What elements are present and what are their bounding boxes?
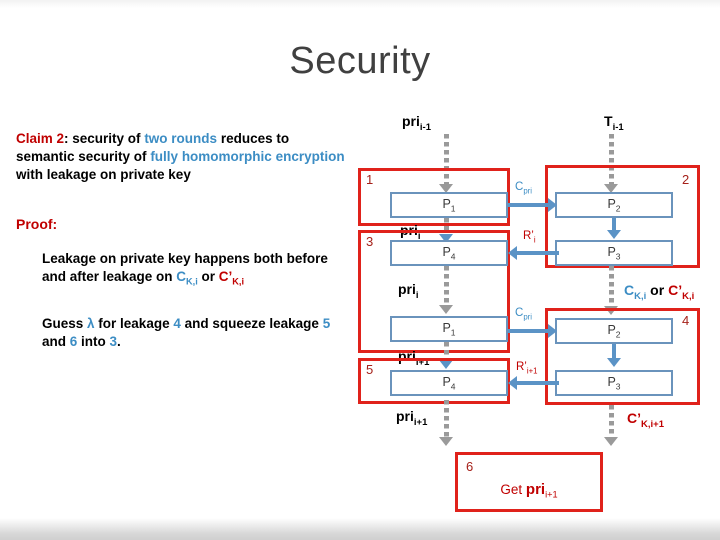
guess-num-5: 5 [322, 316, 331, 331]
party-p1-top-sub: 1 [450, 203, 456, 214]
party-p2-top-sub: 2 [615, 203, 621, 214]
input-label-t-prev-sub: i-1 [612, 121, 624, 133]
edge-label-cpri-mid-sub: pri [523, 312, 532, 322]
edge-label-r-i: R’i [523, 230, 536, 245]
guess-part2: for leakage [94, 316, 174, 331]
stage-box-6: 6 Get prii+1 [455, 452, 603, 512]
party-box-p4-bottom: P4 [390, 370, 508, 396]
stage-number-3: 3 [366, 234, 374, 249]
edge-label-ck-mid: or [646, 282, 669, 298]
party-p3-top-sub: 3 [615, 251, 621, 262]
dotted-connector-ck-next [609, 405, 614, 440]
edge-label-ck-blue-sub: K,i [634, 290, 647, 302]
party-box-p3-bottom: P3 [555, 370, 673, 396]
claim-part3: with leakage on private key [16, 167, 191, 182]
dotted-arrowhead-pri-i-b [439, 305, 453, 314]
guess-num-4: 4 [173, 316, 181, 331]
edge-label-pri-i1-b: prii+1 [396, 408, 428, 428]
guess-part3: and squeeze leakage [180, 316, 323, 331]
claim-statement: Claim 2: security of two rounds reduces … [16, 130, 346, 184]
arrowhead-p1-to-p2-bottom [548, 324, 557, 338]
page-title: Security [289, 40, 431, 82]
party-p1-mid-sub: 1 [450, 327, 456, 338]
bottom-edge-strip [0, 518, 720, 540]
input-label-t-prev: Ti-1 [604, 113, 624, 133]
party-p4-bottom-sub: 4 [450, 381, 456, 392]
claim-highlight-two-rounds: two rounds [144, 131, 218, 146]
top-edge-strip [0, 0, 720, 8]
leakage-symbol-ckprime-sub: K,i [232, 276, 245, 287]
dotted-connector-pri-i1-b [444, 400, 449, 440]
final-output-label: Get prii+1 [458, 481, 600, 500]
guess-lambda: λ [87, 316, 95, 331]
party-box-p1-top: P1 [390, 192, 508, 218]
edge-label-ck-next-sub: K,i+1 [641, 418, 665, 430]
arrow-p1-to-p2-top [508, 203, 553, 207]
arrowhead-p2-to-p3-top [607, 230, 621, 239]
leakage-symbol-ckprime: C’K,i [218, 269, 245, 287]
party-box-p4-mid: P4 [390, 240, 508, 266]
leakage-symbol-ck: CK,i [176, 269, 198, 287]
guess-part4: and [42, 334, 70, 349]
party-box-p2-bottom: P2 [555, 318, 673, 344]
proof-label: Proof: [16, 216, 58, 232]
arrow-p3-to-p4-top [517, 251, 559, 255]
edge-label-r-i1: R’i+1 [516, 361, 538, 376]
party-p3-bottom-sub: 3 [615, 381, 621, 392]
edge-label-cpri-mid: Cpri [515, 307, 532, 322]
arrowhead-p3-to-p4-bottom [508, 376, 517, 390]
edge-label-pri-i-b-sub: i [415, 289, 419, 301]
edge-label-ck-blue: CK,i [624, 282, 647, 302]
edge-label-cpri-top: Cpri [515, 181, 532, 196]
edge-label-ck-red-sub: K,i [682, 290, 695, 302]
guess-part6: . [117, 334, 121, 349]
stage-number-6: 6 [466, 459, 474, 474]
party-p2-bottom-sub: 2 [615, 329, 621, 340]
edge-label-ck-next: C’K,i+1 [627, 410, 665, 430]
input-label-pri-prev: prii-1 [402, 113, 431, 133]
input-label-pri-prev-sub: i-1 [419, 121, 431, 133]
leakage-statement: Leakage on private key happens both befo… [42, 250, 352, 291]
edge-label-ck-or: CK,i or C’K,i [624, 282, 694, 302]
claim-part1: security of [68, 131, 145, 146]
edge-label-ck-red: C’K,i [668, 282, 695, 302]
party-box-p1-mid: P1 [390, 316, 508, 342]
claim-highlight-fhe: fully homomorphic encryption [150, 149, 345, 164]
leakage-symbol-ck-sub: K,i [186, 276, 198, 287]
leakage-middle: or [197, 269, 219, 284]
guess-num-3: 3 [109, 334, 118, 349]
final-output-base: pri [525, 481, 546, 498]
guess-part1: Guess [42, 316, 88, 331]
guess-part5: into [77, 334, 110, 349]
arrow-p1-to-p2-bottom [508, 329, 553, 333]
edge-label-pri-i1-b-sub: i+1 [413, 416, 428, 428]
party-p4-mid-sub: 4 [450, 251, 456, 262]
edge-label-r-i-sub: i [533, 235, 536, 245]
stage-number-4: 4 [682, 313, 690, 328]
final-output-prefix: Get [500, 482, 526, 497]
dotted-connector-pri-i-b [444, 266, 449, 308]
arrowhead-p1-to-p2-top [548, 198, 557, 212]
stage-number-5: 5 [366, 362, 374, 377]
dotted-arrowhead-ck-next [604, 437, 618, 446]
party-box-p2-top: P2 [555, 192, 673, 218]
arrow-p3-to-p4-bottom [517, 381, 559, 385]
party-box-p3-top: P3 [555, 240, 673, 266]
final-output-sub: i+1 [545, 489, 558, 500]
dotted-arrowhead-pri-i1-b [439, 437, 453, 446]
stage-number-1: 1 [366, 172, 374, 187]
stage-number-2: 2 [682, 172, 690, 187]
guess-statement: Guess λ for leakage 4 and squeeze leakag… [42, 315, 342, 351]
slide-canvas: Security Claim 2: security of two rounds… [0, 0, 720, 540]
claim-label: Claim 2 [16, 131, 65, 146]
edge-label-pri-i-b: prii [398, 281, 419, 301]
arrowhead-p3-to-p4-top [508, 246, 517, 260]
arrowhead-p2-to-p3-bottom [607, 358, 621, 367]
edge-label-cpri-top-sub: pri [523, 186, 532, 196]
edge-label-r-i1-sub: i+1 [526, 366, 538, 376]
